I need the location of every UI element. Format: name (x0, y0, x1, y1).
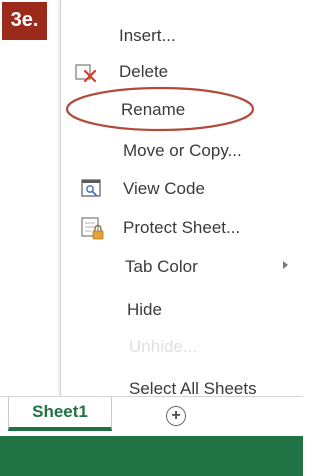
protect-sheet-icon (81, 217, 104, 240)
menu-item-label: Protect Sheet... (123, 218, 241, 237)
menu-item-label: Delete (119, 62, 169, 81)
plus-icon: + (171, 407, 181, 424)
menu-item-view-code[interactable]: View Code (61, 171, 304, 207)
menu-item-label: Unhide... (129, 337, 198, 356)
menu-item-protect-sheet[interactable]: Protect Sheet... (61, 210, 304, 246)
menu-item-delete[interactable]: Delete (61, 54, 304, 90)
menu-item-label: Insert... (119, 26, 176, 45)
menu-item-move-or-copy[interactable]: Move or Copy... (61, 133, 304, 169)
sheet-tab-label: Sheet1 (32, 402, 88, 421)
menu-item-rename[interactable]: Rename (61, 92, 304, 128)
new-sheet-button[interactable]: + (166, 406, 186, 426)
sheet-tab-bar: Sheet1 + (0, 396, 303, 437)
step-badge: 3e. (2, 2, 47, 40)
menu-item-label: Hide (127, 300, 162, 319)
delete-sheet-icon (75, 64, 97, 83)
menu-item-unhide: Unhide... (61, 329, 304, 365)
menu-item-label: View Code (123, 179, 205, 198)
menu-item-hide[interactable]: Hide (61, 292, 304, 328)
view-code-icon (81, 179, 101, 197)
sheet-tab-sheet1[interactable]: Sheet1 (8, 397, 112, 431)
menu-item-label: Rename (121, 100, 186, 119)
menu-item-label: Tab Color (125, 257, 198, 276)
sheet-context-menu: Insert... Delete Rename Move or Copy... … (60, 0, 304, 406)
menu-item-insert[interactable]: Insert... (61, 18, 304, 54)
submenu-arrow-icon (283, 261, 288, 269)
status-bar (0, 436, 303, 476)
menu-item-tab-color[interactable]: Tab Color (61, 249, 304, 285)
menu-item-label: Move or Copy... (123, 141, 242, 160)
